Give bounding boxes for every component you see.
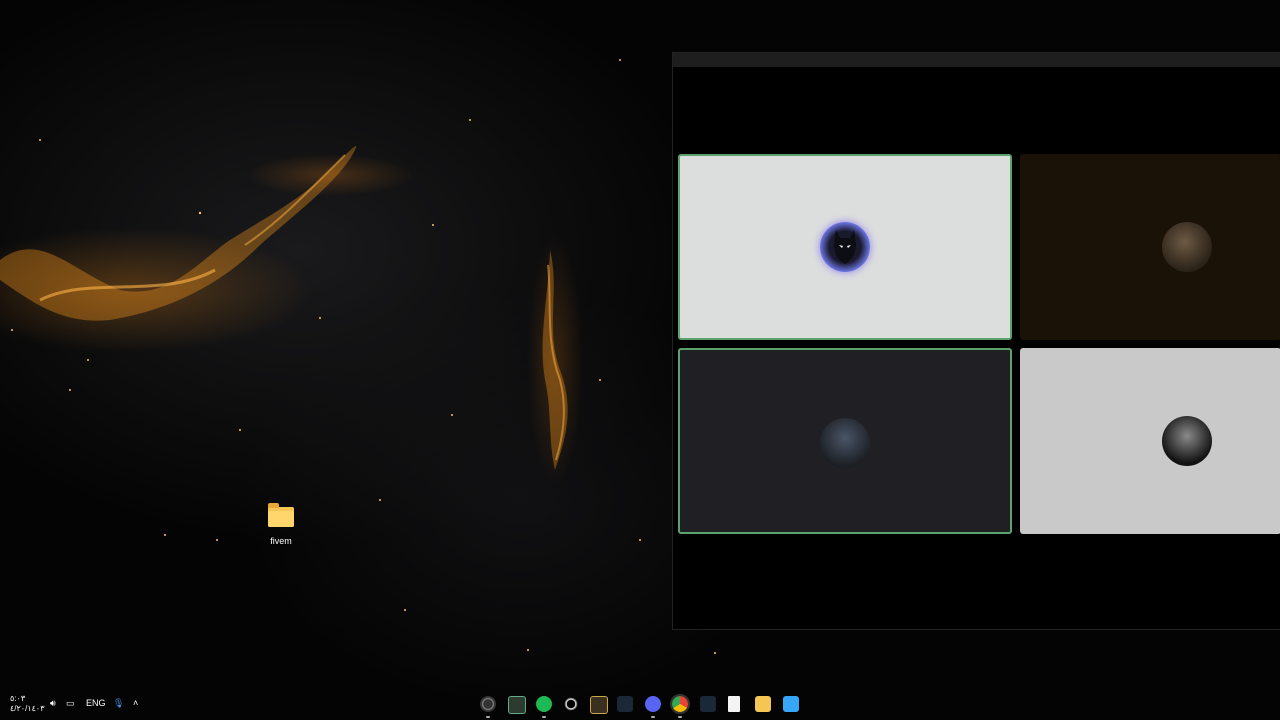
steam-alt-icon[interactable] xyxy=(700,696,716,712)
discord-icon[interactable] xyxy=(645,696,661,718)
spotify-icon[interactable] xyxy=(536,696,552,718)
meeting-window xyxy=(672,52,1280,630)
participant-tile-2[interactable] xyxy=(1020,154,1280,340)
steam-icon[interactable] xyxy=(617,696,633,712)
participant-tile-1[interactable] xyxy=(678,154,1012,340)
desktop-icon-label: fivem xyxy=(270,536,292,546)
clock-date: ٤/٢٠/١٤٠٣ xyxy=(10,704,45,713)
network-icon[interactable]: ▭ xyxy=(66,698,75,709)
desktop-icon-fivem[interactable]: fivem xyxy=(258,503,304,546)
windows-start-icon[interactable] xyxy=(783,696,799,712)
taskbar: ٥:٠٣ ٤/٢٠/١٤٠٣ 🔊︎ ▭ ENG 🎙︎ ˄ xyxy=(0,690,1280,720)
landscape-avatar xyxy=(820,418,870,468)
chevron-up-icon[interactable]: ˄ xyxy=(133,698,138,708)
chrome-icon[interactable] xyxy=(670,694,690,718)
capture-icon[interactable] xyxy=(563,696,579,712)
batman-icon xyxy=(834,230,856,264)
file-icon[interactable] xyxy=(728,696,740,712)
window-titlebar[interactable] xyxy=(673,53,1280,67)
volume-icon[interactable]: 🔊︎ xyxy=(50,698,56,709)
participant-tile-4[interactable] xyxy=(1020,348,1280,534)
participant-tile-3[interactable] xyxy=(678,348,1012,534)
batman-avatar xyxy=(820,222,870,272)
group-avatar xyxy=(1162,416,1212,466)
microphone-icon[interactable]: 🎙︎ xyxy=(113,698,124,709)
system-clock[interactable]: ٥:٠٣ ٤/٢٠/١٤٠٣ xyxy=(10,694,45,714)
obs-icon[interactable] xyxy=(480,696,496,718)
clock-time: ٥:٠٣ xyxy=(10,694,26,703)
language-indicator[interactable]: ENG xyxy=(86,698,106,708)
person-avatar xyxy=(1162,222,1212,272)
game-icon[interactable] xyxy=(590,696,608,714)
folder-icon xyxy=(268,503,294,527)
file-explorer-icon[interactable] xyxy=(755,696,771,712)
xbox-icon[interactable] xyxy=(508,696,526,714)
